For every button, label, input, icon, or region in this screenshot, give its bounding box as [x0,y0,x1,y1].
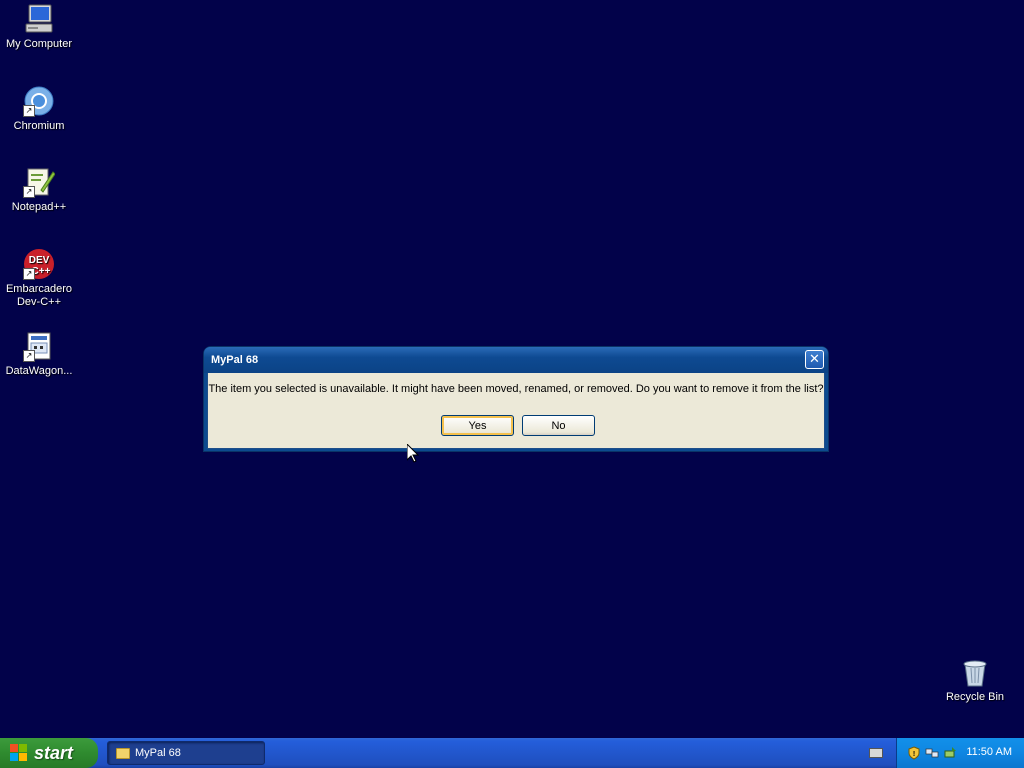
keyboard-layout-icon[interactable] [869,748,883,758]
dialog-message: The item you selected is unavailable. It… [208,383,824,395]
datawagon-icon: ↗ [23,330,55,362]
dialog-titlebar[interactable]: MyPal 68 ✕ [204,347,828,373]
desktop: My Computer ↗ Chromium ↗ Notepad++ DEV C… [0,0,1024,738]
folder-icon [116,747,130,759]
taskbar: start MyPal 68 ! 11:50 AM [0,738,1024,768]
desktop-icon-datawagon[interactable]: ↗ DataWagon... [0,330,78,378]
clock[interactable]: 11:50 AM [966,746,1012,758]
network-icon[interactable] [925,746,939,760]
desktop-icon-dev-cpp[interactable]: DEV C++ ↗ Embarcadero Dev-C++ [0,248,78,309]
dev-cpp-icon: DEV C++ ↗ [23,248,55,280]
start-button[interactable]: start [0,738,98,768]
desktop-icon-recycle-bin[interactable]: Recycle Bin [936,656,1014,704]
svg-text:!: ! [913,751,915,758]
close-button[interactable]: ✕ [805,350,824,369]
dialog-title: MyPal 68 [211,354,259,366]
shortcut-arrow-icon: ↗ [23,105,35,117]
start-label: start [34,742,74,763]
taskbar-item-label: MyPal 68 [135,747,181,759]
yes-button[interactable]: Yes [441,415,514,436]
desktop-icon-my-computer[interactable]: My Computer [0,3,78,51]
security-shield-icon[interactable]: ! [907,746,921,760]
safely-remove-hardware-icon[interactable] [943,746,957,760]
dialog-body: The item you selected is unavailable. It… [207,373,825,449]
message-dialog: MyPal 68 ✕ The item you selected is unav… [204,347,828,451]
desktop-icon-chromium[interactable]: ↗ Chromium [0,85,78,133]
shortcut-arrow-icon: ↗ [23,268,35,280]
chromium-icon: ↗ [23,85,55,117]
shortcut-arrow-icon: ↗ [23,186,35,198]
windows-flag-icon [10,744,28,762]
my-computer-icon [23,3,55,35]
notepad-plus-plus-icon: ↗ [23,166,56,198]
desktop-icon-notepad-plus-plus[interactable]: ↗ Notepad++ [0,166,78,214]
no-button[interactable]: No [522,415,595,436]
recycle-bin-icon [959,656,991,688]
mouse-cursor-icon [407,444,419,463]
dev-cpp-icon-text-top: DEV [29,255,50,266]
close-icon: ✕ [809,351,820,366]
system-tray: ! 11:50 AM [896,738,1024,768]
taskbar-item-mypal[interactable]: MyPal 68 [107,741,265,765]
shortcut-arrow-icon: ↗ [23,350,35,362]
